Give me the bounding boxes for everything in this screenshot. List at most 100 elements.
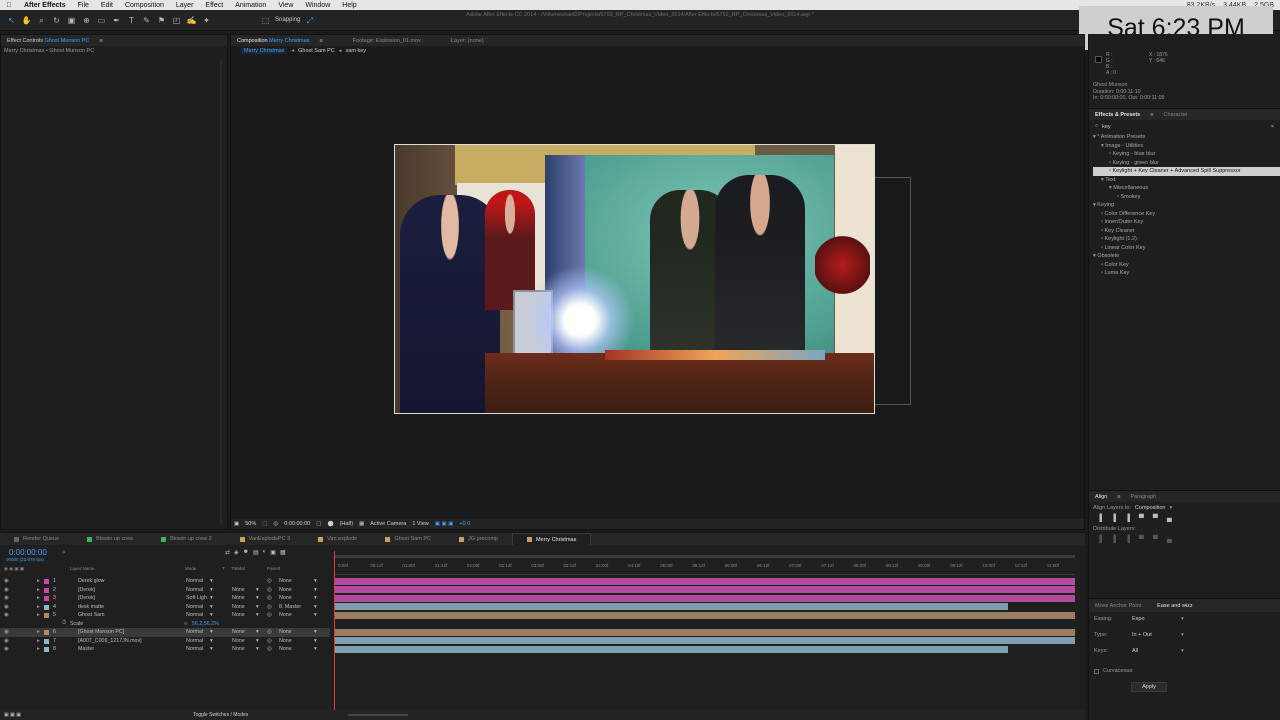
effects-item[interactable]: ▫ Luma Key bbox=[1093, 269, 1280, 278]
effects-folder[interactable]: ▾ Miscellaneous bbox=[1093, 184, 1280, 193]
apply-button[interactable]: Apply bbox=[1131, 682, 1167, 692]
layer-mode[interactable]: Normal bbox=[186, 578, 203, 584]
toggle-switches-modes[interactable]: Toggle Switches / Modes bbox=[193, 712, 248, 718]
visibility-eye-icon[interactable]: ◉ bbox=[4, 587, 9, 593]
active-camera-dropdown[interactable]: Active Camera bbox=[370, 521, 406, 527]
panel-menu-icon[interactable]: ≡ bbox=[99, 38, 102, 44]
region-icon[interactable]: ▦ bbox=[359, 521, 364, 527]
align-top-icon[interactable]: ▀ bbox=[1139, 515, 1144, 522]
layer-trkmat[interactable]: None bbox=[232, 595, 245, 601]
layer-name[interactable]: Derek glow bbox=[78, 578, 105, 584]
exposure-value[interactable]: +0.0 bbox=[459, 521, 470, 527]
layer-trkmat[interactable]: None bbox=[232, 612, 245, 618]
layer-mode[interactable]: Normal bbox=[186, 604, 203, 610]
menu-layer[interactable]: Layer bbox=[170, 2, 200, 9]
layer-name[interactable]: desk matte bbox=[78, 604, 104, 610]
layer-parent[interactable]: None bbox=[279, 638, 292, 644]
apple-icon[interactable]:  bbox=[0, 2, 18, 9]
layer-name[interactable]: [Derek] bbox=[78, 595, 95, 601]
expand-layer-icon[interactable]: ▸ bbox=[37, 629, 40, 635]
viewer-panel-menu-icon[interactable]: ≡ bbox=[319, 38, 322, 44]
layer-mode[interactable]: Soft Ligh bbox=[186, 595, 207, 601]
header-layer-name[interactable]: Layer Name bbox=[70, 566, 95, 571]
menu-effect[interactable]: Effect bbox=[199, 2, 229, 9]
graph-editor-icon[interactable]: ▣ bbox=[270, 549, 276, 556]
zoom-dropdown[interactable]: 50% bbox=[245, 521, 256, 527]
effects-item[interactable]: ▫ Inner/Outer Key bbox=[1093, 218, 1280, 227]
type-dropdown[interactable]: In + Out bbox=[1132, 632, 1187, 638]
timeline-tab[interactable]: Blowin up crew 2 bbox=[147, 533, 226, 545]
breadcrumb-ghost-sam[interactable]: Ghost Sam PC bbox=[298, 48, 335, 54]
color-icon[interactable]: ⬤ bbox=[327, 521, 333, 527]
layer-row[interactable]: ◉ ▸ 2 [Derek] Normal ▾ None ▾ ◎ None ▾ bbox=[0, 586, 330, 595]
effect-controls-scrollbar[interactable] bbox=[220, 59, 222, 525]
layer-mode[interactable]: Normal bbox=[186, 587, 203, 593]
zoom-tool-icon[interactable]: ⌕ bbox=[36, 15, 47, 26]
tab-ease-and-wizz[interactable]: Ease and wizz bbox=[1157, 603, 1192, 609]
pickwhip-icon[interactable]: ◎ bbox=[267, 587, 272, 593]
effects-folder[interactable]: ▾ * Animation Presets bbox=[1093, 133, 1280, 142]
layer-parent[interactable]: None bbox=[279, 629, 292, 635]
align-panel-menu-icon[interactable]: ≡ bbox=[1117, 494, 1120, 500]
effects-item[interactable]: ▫ Keying - green blur bbox=[1093, 159, 1280, 168]
layer-name[interactable]: [Derek] bbox=[78, 587, 95, 593]
effects-item[interactable]: ▫ Color Difference Key bbox=[1093, 210, 1280, 219]
safe-zones-icon[interactable]: ⬚ bbox=[262, 521, 267, 527]
distribute-4-icon[interactable]: ▀ bbox=[1139, 536, 1144, 543]
timeline-tab[interactable]: JG precomp bbox=[445, 533, 512, 545]
rectangle-tool-icon[interactable]: ▭ bbox=[96, 15, 107, 26]
distribute-2-icon[interactable]: ▐ bbox=[1111, 536, 1116, 543]
layer-row[interactable]: ◉ ▸ 1 Derek glow Normal ▾ ◎ None ▾ bbox=[0, 577, 330, 586]
timeline-tab[interactable]: VanExplodePC 3 bbox=[226, 533, 304, 545]
align-to-dropdown[interactable]: Composition bbox=[1135, 505, 1166, 511]
tab-effect-controls[interactable]: Effect Controls Ghost Munson PC bbox=[7, 38, 89, 44]
pickwhip-icon[interactable]: ◎ bbox=[267, 595, 272, 601]
breadcrumb-sam-key[interactable]: sam key bbox=[346, 48, 366, 54]
breadcrumb-merry-christmas[interactable]: Merry Christmas bbox=[241, 48, 288, 54]
layer-name[interactable]: [Ghost Munson PC] bbox=[78, 629, 124, 635]
layer-parent[interactable]: None bbox=[279, 612, 292, 618]
layer-duration-bar[interactable] bbox=[334, 603, 1009, 610]
easing-dropdown[interactable]: Expo bbox=[1132, 616, 1187, 622]
tab-paragraph[interactable]: Paragraph bbox=[1130, 494, 1156, 500]
distribute-1-icon[interactable]: ▐ bbox=[1097, 536, 1102, 543]
work-area-bar[interactable] bbox=[334, 555, 1075, 558]
pickwhip-icon[interactable]: ◎ bbox=[267, 612, 272, 618]
draft-3d-icon[interactable]: ◈ bbox=[234, 549, 239, 556]
layer-parent[interactable]: None bbox=[279, 587, 292, 593]
timeline-tab[interactable]: Merry Christmas bbox=[512, 533, 592, 545]
footer-icons[interactable]: ▣ ▣ ▣ bbox=[4, 712, 21, 718]
tab-footage[interactable]: Footage: Explosion_01.mov bbox=[353, 38, 421, 44]
stopwatch-icon[interactable]: ⏱ bbox=[62, 620, 66, 627]
effects-folder[interactable]: ▾ Text bbox=[1093, 176, 1280, 185]
pen-tool-icon[interactable]: ✒ bbox=[111, 15, 122, 26]
align-bottom-icon[interactable]: ▄ bbox=[1167, 515, 1172, 522]
puppet-tool-icon[interactable]: ✦ bbox=[201, 15, 212, 26]
layer-row[interactable]: ◉ ▸ 5 Ghost Sam Normal ▾ None ▾ ◎ None ▾ bbox=[0, 611, 330, 620]
menu-file[interactable]: File bbox=[72, 2, 95, 9]
selection-tool-icon[interactable]: ↖ bbox=[6, 15, 17, 26]
menu-help[interactable]: Help bbox=[336, 2, 362, 9]
curvaceous-checkbox[interactable]: Curvaceous bbox=[1094, 668, 1132, 674]
menu-composition[interactable]: Composition bbox=[119, 2, 170, 9]
property-row[interactable]: ⏱ Scale ∞ 56.2,56.2% bbox=[0, 620, 330, 629]
layer-mode[interactable]: Normal bbox=[186, 646, 203, 652]
layer-duration-bar[interactable] bbox=[334, 637, 1075, 644]
hand-tool-icon[interactable]: ✋ bbox=[21, 15, 32, 26]
effects-search-input[interactable]: key bbox=[1102, 124, 1111, 130]
effects-item[interactable]: ▫ Linear Color Key bbox=[1093, 244, 1280, 253]
motion-blur-icon[interactable]: ◐ bbox=[263, 549, 267, 556]
layer-label-swatch[interactable] bbox=[44, 596, 49, 601]
layer-duration-bar[interactable] bbox=[334, 611, 1075, 619]
rotate-tool-icon[interactable]: ↻ bbox=[51, 15, 62, 26]
layer-duration-bar[interactable] bbox=[334, 577, 1075, 585]
current-timecode[interactable]: 0:00:00:00 bbox=[9, 548, 47, 557]
time-ruler[interactable]: 0:00f 00:12f 01:00f 01:12f 02:00f 02:12f 03:00… bbox=[334, 559, 1075, 575]
zoom-slider[interactable] bbox=[348, 714, 409, 716]
menu-animation[interactable]: Animation bbox=[229, 2, 272, 9]
timeline-tab[interactable]: Ghost Sam PC bbox=[371, 533, 445, 545]
align-vcenter-icon[interactable]: ▀ bbox=[1153, 515, 1158, 522]
expand-layer-icon[interactable]: ▸ bbox=[37, 578, 40, 584]
layer-label-swatch[interactable] bbox=[44, 604, 49, 610]
clear-search-icon[interactable]: × bbox=[1271, 124, 1274, 130]
